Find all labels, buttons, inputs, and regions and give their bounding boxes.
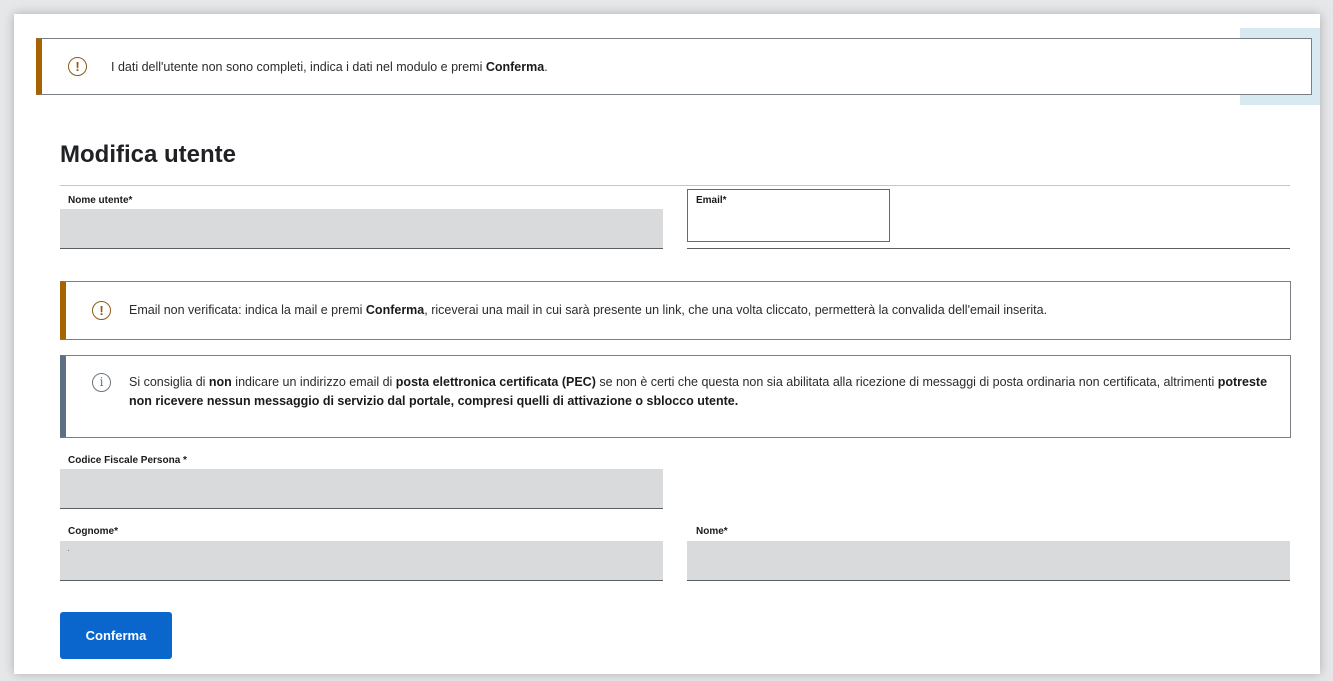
exclamation-circle-icon: !: [92, 301, 111, 320]
screenshot-frame: ! I dati dell'utente non sono completi, …: [14, 14, 1320, 674]
top-alert-text-end: .: [544, 60, 548, 74]
conferma-button[interactable]: Conferma: [60, 612, 172, 659]
page-title: Modifica utente: [60, 141, 237, 168]
info-circle-icon: i: [92, 373, 111, 392]
nome-input[interactable]: [687, 541, 1290, 581]
top-alert-bold: Conferma: [485, 60, 545, 74]
top-alert-text-part: I dati dell'utente non sono completi, in…: [111, 60, 486, 74]
pec-bold-2: posta elettronica certificata (PEC): [395, 375, 596, 389]
nome-utente-input[interactable]: [60, 209, 663, 249]
email-warning-alert: ! Email non verificata: indica la mail e…: [60, 281, 1291, 340]
pec-text-3: se non è certi che questa non sia abilit…: [595, 375, 1218, 389]
top-alert-text: I dati dell'utente non sono completi, in…: [111, 58, 548, 77]
email-warning-bold: Conferma: [365, 303, 425, 317]
email-warning-text-part: Email non verificata: indica la mail e p…: [129, 303, 366, 317]
form-card: Modifica utente Nome utente* Email* ! Em…: [36, 105, 1320, 674]
nome-label: Nome*: [696, 526, 728, 537]
email-input-underline[interactable]: [687, 248, 1290, 249]
pec-info-alert: i Si consiglia di non indicare un indiri…: [60, 355, 1291, 438]
codice-fiscale-input[interactable]: [60, 469, 663, 509]
email-label: Email*: [696, 195, 727, 206]
nome-utente-label: Nome utente*: [68, 195, 133, 206]
pec-info-text: Si consiglia di non indicare un indirizz…: [129, 373, 1274, 411]
email-warning-text-end: , riceverai una mail in cui sarà present…: [424, 303, 1048, 317]
cognome-value: .: [67, 543, 70, 554]
pec-text-1: Si consiglia di: [129, 375, 209, 389]
pec-bold-1: non: [208, 375, 232, 389]
exclamation-circle-icon: !: [68, 57, 87, 76]
top-warning-alert: ! I dati dell'utente non sono completi, …: [36, 38, 1312, 95]
email-warning-text: Email non verificata: indica la mail e p…: [129, 301, 1047, 320]
title-divider: [60, 185, 1290, 186]
codice-fiscale-label: Codice Fiscale Persona *: [68, 455, 187, 466]
cognome-label: Cognome*: [68, 526, 118, 537]
cognome-input[interactable]: .: [60, 541, 663, 581]
pec-text-2: indicare un indirizzo email di: [231, 375, 396, 389]
